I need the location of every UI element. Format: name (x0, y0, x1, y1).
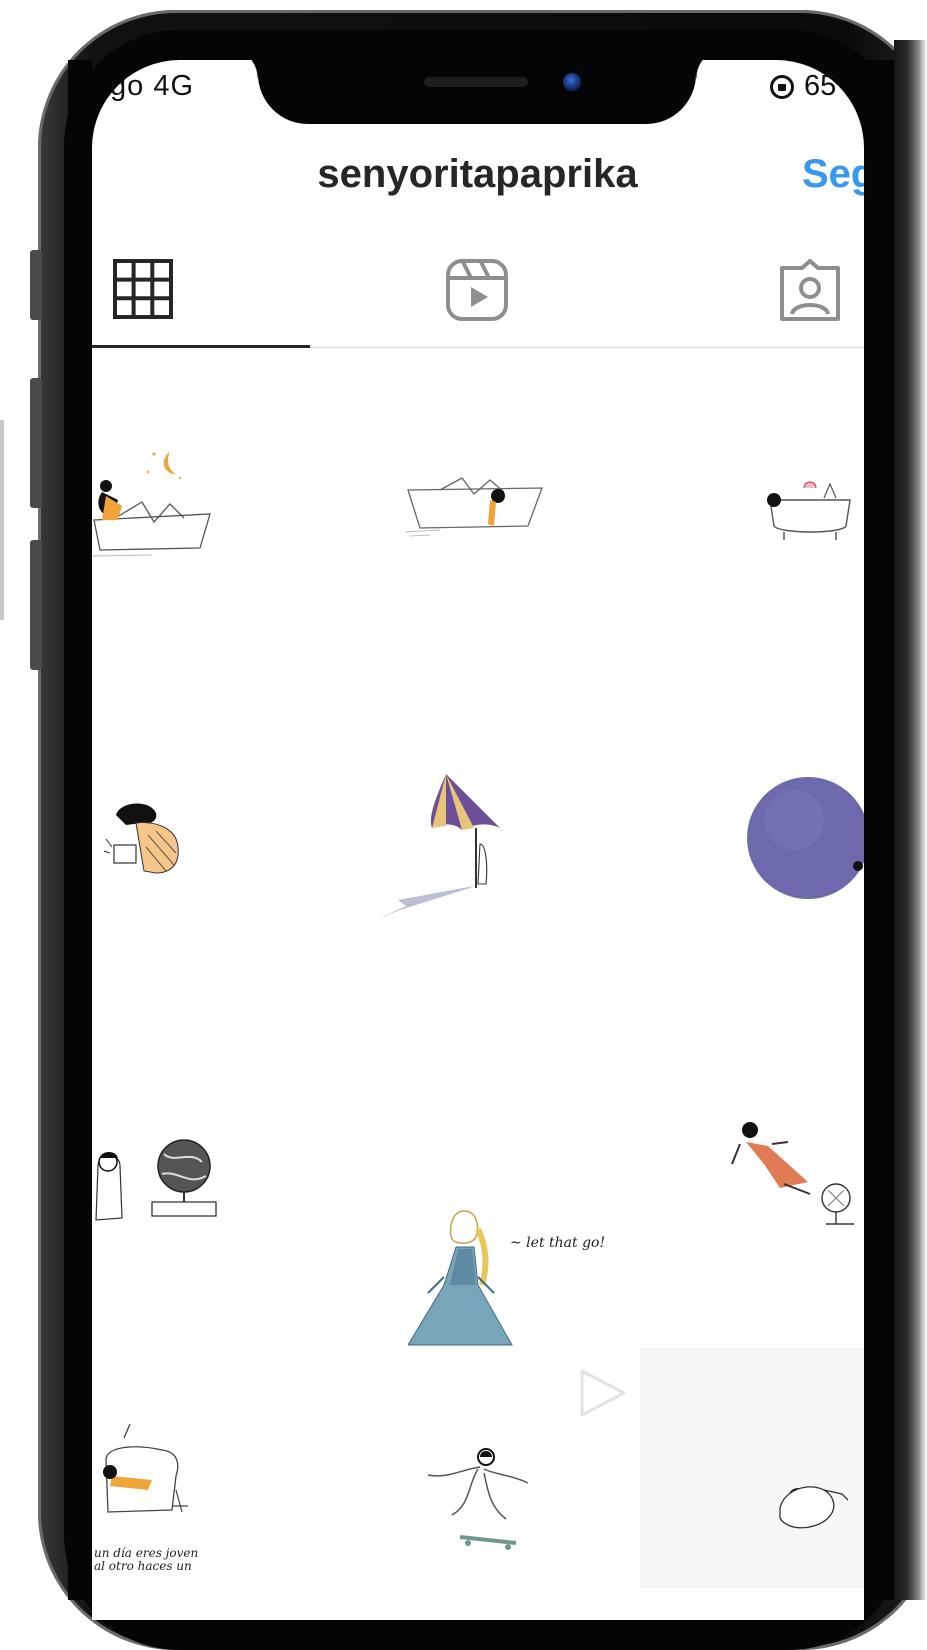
post-handwritten-caption-2: un día eres joven al otro haces un (94, 1546, 199, 1573)
tab-tagged[interactable] (778, 258, 842, 327)
post-girl-armchair[interactable] (92, 1420, 202, 1530)
watercolor-moon-illustration (747, 777, 869, 899)
mute-switch (30, 250, 42, 320)
paper-boat-moon-illustration (92, 452, 211, 557)
girl-with-cup-illustration (103, 803, 179, 874)
tab-posts-grid[interactable] (113, 259, 173, 324)
right-bezel (864, 60, 894, 1600)
elsa-illustration (408, 1210, 513, 1346)
reels-icon (446, 259, 508, 321)
post-girl-with-globe[interactable] (92, 1128, 252, 1233)
carrier-status: go 4G (110, 70, 194, 102)
volume-up-button (30, 378, 42, 508)
post-handwritten-caption: ~ let that go! (510, 1235, 606, 1251)
volume-down-button (30, 540, 42, 670)
battery-percentage: 65 (804, 70, 837, 102)
armchair-illustration (103, 1423, 188, 1513)
post-girl-under-umbrella[interactable] (370, 770, 520, 930)
girl-and-fan-illustration (731, 1122, 854, 1225)
reel-play-icon (578, 1368, 628, 1423)
post-skateboarder[interactable] (420, 1445, 535, 1555)
post-girl-floating-fan[interactable] (728, 1118, 868, 1233)
device-edge (0, 420, 4, 620)
earpiece-speaker (424, 77, 528, 87)
tab-divider (310, 347, 870, 348)
post-girl-paper-boat-moon[interactable] (92, 440, 222, 565)
selected-tab-indicator (92, 345, 310, 348)
status-right: 65 (770, 70, 836, 103)
globe-illustration (95, 1139, 217, 1221)
post-girl-sleeping-paper-boat[interactable] (400, 470, 550, 540)
post-elsa-let-it-go[interactable] (408, 1205, 518, 1350)
post-girl-curled-up[interactable] (768, 1468, 868, 1548)
tab-reels[interactable] (445, 258, 509, 327)
rotation-lock-icon (770, 74, 794, 99)
paper-boat-sleeping-illustration (404, 477, 543, 537)
umbrella-shadow-illustration (376, 774, 500, 920)
left-bezel (68, 60, 92, 1600)
profile-username: senyoritapaprika (317, 152, 638, 196)
curled-girl-illustration (779, 1486, 849, 1529)
device-right-edge (894, 40, 927, 1600)
skateboarder-illustration (427, 1448, 529, 1550)
bathtub-illustration (767, 481, 851, 540)
front-camera (563, 73, 581, 91)
post-purple-watercolor-circle[interactable] (746, 774, 870, 904)
post-girl-with-cup[interactable] (96, 795, 206, 885)
grid-icon (113, 259, 173, 319)
tagged-icon (780, 259, 840, 321)
post-girl-in-bathtub[interactable] (760, 470, 860, 545)
